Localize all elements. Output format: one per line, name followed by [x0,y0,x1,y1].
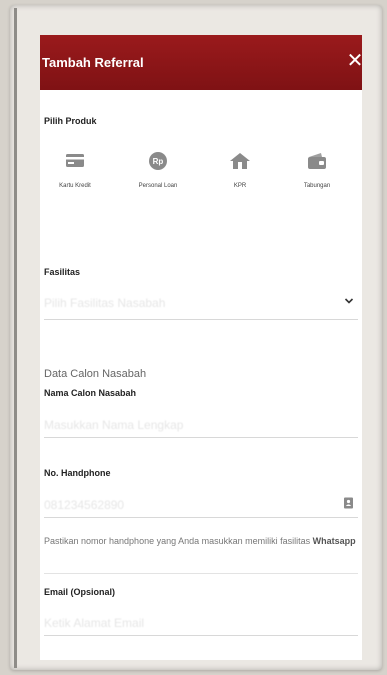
wallet-icon [308,153,326,169]
nama-calon-nasabah-label: Nama Calon Nasabah [44,388,137,398]
product-personal-loan[interactable]: Rp Personal Loan [123,150,193,190]
referral-modal: Tambah Referral ✕ Pilih Produk Kartu Kre… [40,35,362,660]
handphone-note: Pastikan nomor handphone yang Anda masuk… [44,535,358,548]
fasilitas-label: Fasilitas [44,267,81,277]
product-tabungan[interactable]: Tabungan [282,150,352,190]
email-label: Email (Opsional) [44,587,116,597]
product-label: Tabungan [303,183,331,189]
rp-coin-icon: Rp [149,152,167,170]
product-label: Kartu Kredit [59,183,91,189]
product-selector: Kartu Kredit Rp Personal Loan KPR Tabung… [40,150,362,220]
fasilitas-placeholder: Pilih Fasilitas Nasabah [44,296,166,310]
data-calon-nasabah-title: Data Calon Nasabah [44,368,147,380]
product-label: Personal Loan [138,183,178,189]
close-button[interactable]: ✕ [344,49,362,73]
modal-title: Tambah Referral [42,55,144,70]
note-text: Pastikan nomor handphone yang Anda masuk… [44,536,311,546]
chevron-down-icon [344,298,354,304]
email-field[interactable]: Ketik Alamat Email [44,613,358,636]
note-whatsapp: Whatsapp [312,536,356,546]
product-kpr[interactable]: KPR [205,150,275,190]
close-icon: ✕ [346,50,362,72]
product-kartu-kredit[interactable]: Kartu Kredit [40,150,110,190]
no-handphone-label: No. Handphone [44,468,111,478]
fasilitas-dropdown[interactable]: Pilih Fasilitas Nasabah [44,293,358,320]
note-divider [44,573,358,574]
product-label: KPR [233,183,247,189]
pilih-produk-label: Pilih Produk [44,116,97,126]
device-edge [14,8,17,668]
no-handphone-field[interactable]: 081234562890 [44,495,358,518]
svg-text:Rp: Rp [153,157,164,166]
modal-header: Tambah Referral ✕ [40,35,362,90]
credit-card-icon [66,154,84,167]
contact-book-icon[interactable] [343,497,354,509]
house-icon [230,153,250,169]
nama-calon-nasabah-field[interactable]: Masukkan Nama Lengkap [44,415,358,438]
